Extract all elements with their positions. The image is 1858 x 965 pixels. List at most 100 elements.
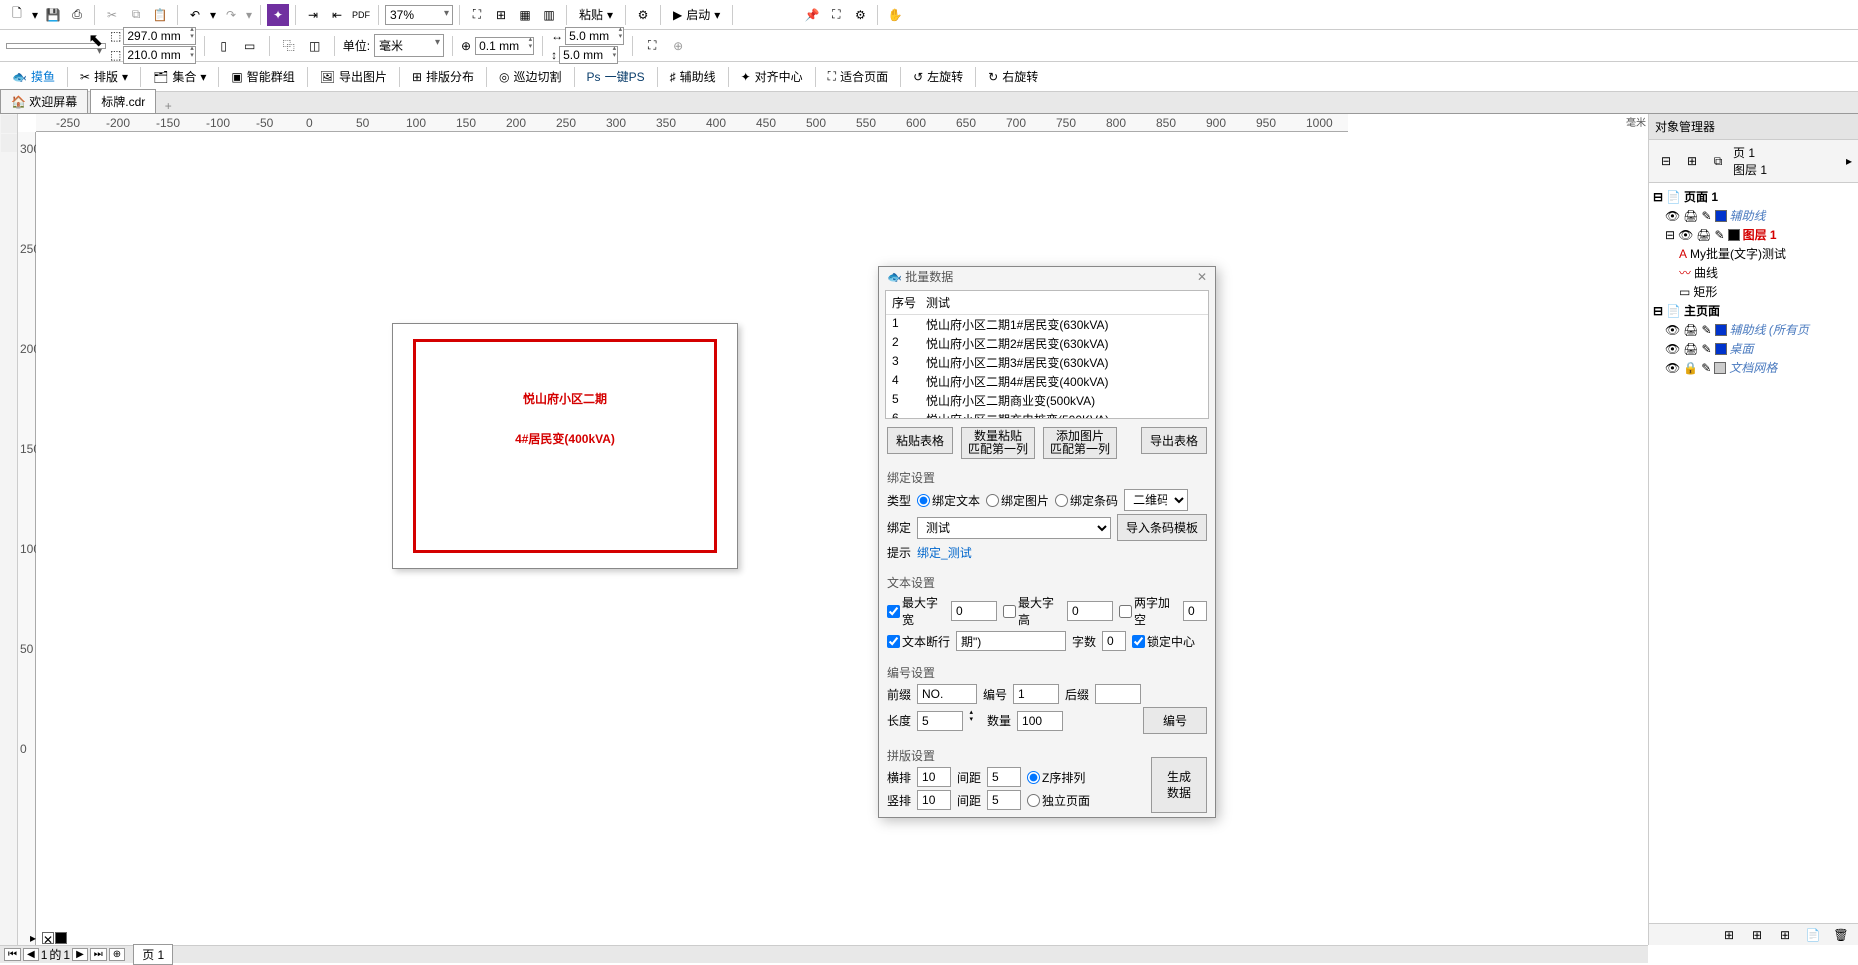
nav-next[interactable]: ▶ — [72, 948, 88, 961]
pbfb-button[interactable]: ⊞ 排版分布 — [406, 66, 480, 87]
len-input[interactable] — [917, 711, 963, 731]
nav-prev[interactable]: ◀ — [23, 948, 39, 961]
nav-first[interactable]: ⏮ — [4, 948, 21, 961]
print-icon[interactable]: ⎙ — [66, 4, 88, 26]
gap2-input[interactable] — [987, 790, 1021, 810]
guides-icon[interactable]: ▥ — [538, 4, 560, 26]
list-item[interactable]: 3悦山府小区二期3#居民变(630kVA) — [886, 353, 1208, 372]
foot-new-layer-icon[interactable]: 📄 — [1802, 924, 1824, 946]
fuzhu-button[interactable]: ♯ 辅助线 — [664, 66, 722, 87]
radio-code[interactable]: 绑定条码 — [1055, 492, 1118, 509]
page-width-input[interactable]: 297.0 mm — [123, 27, 195, 45]
indep-radio[interactable]: 独立页面 — [1027, 792, 1090, 809]
gap-input[interactable] — [987, 767, 1021, 787]
tool-pick[interactable] — [1, 115, 17, 133]
foot-icon3[interactable]: ⊞ — [1774, 924, 1796, 946]
tool-shape[interactable] — [1, 134, 17, 152]
words-input[interactable] — [1102, 631, 1126, 651]
prefix-input[interactable] — [917, 684, 977, 704]
wrap-check[interactable]: 文本断行 — [887, 633, 950, 650]
fx-icon[interactable]: ✦ — [267, 4, 289, 26]
max-h-input[interactable] — [1067, 601, 1113, 621]
shihe-button[interactable]: ⛶ 适合页面 — [822, 66, 894, 87]
yijianps-button[interactable]: Ps 一键PS — [581, 66, 651, 87]
tree-master[interactable]: 主页面 — [1684, 302, 1720, 319]
two-space-input[interactable] — [1183, 601, 1207, 621]
tree-layer1[interactable]: 图层 1 — [1743, 226, 1777, 243]
max-w-input[interactable] — [951, 601, 997, 621]
vrow-input[interactable] — [917, 790, 951, 810]
wrap-input[interactable] — [956, 631, 1066, 651]
portrait-icon[interactable]: ▯ — [213, 35, 235, 57]
duiqi-button[interactable]: ✦ 对齐中心 — [735, 66, 809, 87]
add-icon[interactable]: ⊕ — [667, 35, 689, 57]
zuoxuan-button[interactable]: ↺ 左旋转 — [907, 66, 969, 87]
tree-docgrid[interactable]: 文档网格 — [1729, 359, 1777, 376]
paste-dropdown[interactable]: 粘贴▾ — [573, 4, 619, 25]
options-icon[interactable]: ⚙ — [632, 4, 654, 26]
fullscreen-icon[interactable]: ⛶ — [466, 4, 488, 26]
export-table-button[interactable]: 导出表格 — [1141, 427, 1207, 454]
list-item[interactable]: 1悦山府小区二期1#居民变(630kVA) — [886, 315, 1208, 334]
radio-img[interactable]: 绑定图片 — [986, 492, 1049, 509]
tab-file[interactable]: 标牌.cdr — [90, 89, 156, 113]
unit-dropdown[interactable]: 毫米 — [374, 34, 444, 57]
tree-curve[interactable]: 曲线 — [1694, 264, 1718, 281]
tree-master-guides[interactable]: 辅助线 (所有页 — [1730, 321, 1809, 338]
gear-icon[interactable]: ⚙ — [849, 4, 871, 26]
rulers-icon[interactable]: ⊞ — [490, 4, 512, 26]
dialog-close-button[interactable]: ✕ — [1197, 270, 1207, 284]
zorder-radio[interactable]: Z序排列 — [1027, 769, 1085, 786]
tree-desktop[interactable]: 桌面 — [1730, 340, 1754, 357]
panel-icon3[interactable]: ⧉ — [1707, 150, 1729, 172]
page-height-input[interactable]: 210.0 mm — [123, 46, 195, 64]
page-size-dropdown[interactable] — [6, 43, 106, 49]
dialog-titlebar[interactable]: 🐟 批量数据 ✕ — [879, 267, 1215, 286]
object-tree[interactable]: ⊟📄 页面 1 👁🖨✎ 辅助线 ⊟👁🖨✎ 图层 1 A My批量(文字)测试 〰… — [1649, 183, 1858, 923]
panel-icon2[interactable]: ⊞ — [1681, 150, 1703, 172]
nav-add[interactable]: ⊕ — [109, 948, 125, 961]
paste-icon[interactable]: 📋 — [149, 4, 171, 26]
num-input[interactable] — [1013, 684, 1059, 704]
number-button[interactable]: 编号 — [1143, 707, 1207, 734]
cut-icon[interactable]: ✂ — [101, 4, 123, 26]
copy-icon[interactable]: ⧉ — [125, 4, 147, 26]
radio-text[interactable]: 绑定文本 — [917, 492, 980, 509]
list-item[interactable]: 2悦山府小区二期2#居民变(630kVA) — [886, 334, 1208, 353]
nudge-input[interactable]: 0.1 mm — [475, 37, 534, 55]
page-tab-1[interactable]: 页 1 — [133, 944, 173, 965]
tree-guides[interactable]: 辅助线 — [1730, 207, 1766, 224]
suffix-input[interactable] — [1095, 684, 1141, 704]
tree-mybatch[interactable]: My批量(文字)测试 — [1690, 245, 1786, 262]
tree-rect[interactable]: 矩形 — [1693, 283, 1717, 300]
save-icon[interactable]: 💾 — [42, 4, 64, 26]
jihe-button[interactable]: 🗂 集合 ▾ — [147, 66, 212, 87]
list-item[interactable]: 5悦山府小区二期商业变(500kVA) — [886, 391, 1208, 410]
grid-icon[interactable]: ▦ — [514, 4, 536, 26]
generate-button[interactable]: 生成 数据 — [1151, 757, 1207, 813]
panel-menu-icon[interactable]: ▸ — [1846, 154, 1852, 168]
dropdown-icon[interactable]: ▾ — [30, 4, 40, 26]
landscape-icon[interactable]: ▭ — [239, 35, 261, 57]
nav-last[interactable]: ⏭ — [90, 948, 107, 961]
paste-match-button[interactable]: 数量粘贴 匹配第一列 — [961, 427, 1035, 459]
pin-icon[interactable]: 📌 — [801, 4, 823, 26]
lock-check[interactable]: 锁定中心 — [1132, 633, 1195, 650]
panel-icon1[interactable]: ⊟ — [1655, 150, 1677, 172]
foot-trash-icon[interactable]: 🗑 — [1830, 924, 1852, 946]
paiban-button[interactable]: ✂ 排版 ▾ — [74, 66, 134, 87]
hand-icon[interactable]: ✋ — [884, 4, 906, 26]
tree-page1[interactable]: 页面 1 — [1684, 188, 1718, 205]
hrow-input[interactable] — [917, 767, 951, 787]
current-page-icon[interactable]: ◫ — [304, 35, 326, 57]
redo-icon[interactable]: ↷ — [220, 4, 242, 26]
import-icon[interactable]: ⇥ — [302, 4, 324, 26]
paste-table-button[interactable]: 粘贴表格 — [887, 427, 953, 454]
redo-dd-icon[interactable]: ▾ — [244, 4, 254, 26]
tab-add-button[interactable]: + — [158, 99, 178, 113]
bind-select[interactable]: 测试 — [917, 517, 1111, 539]
daochu-button[interactable]: 🖼 导出图片 — [314, 66, 393, 87]
youxuan-button[interactable]: ↻ 右旋转 — [982, 66, 1044, 87]
dup-y-input[interactable]: 5.0 mm — [559, 46, 618, 64]
launch-dropdown[interactable]: ▶ 启动 ▾ — [667, 4, 726, 25]
